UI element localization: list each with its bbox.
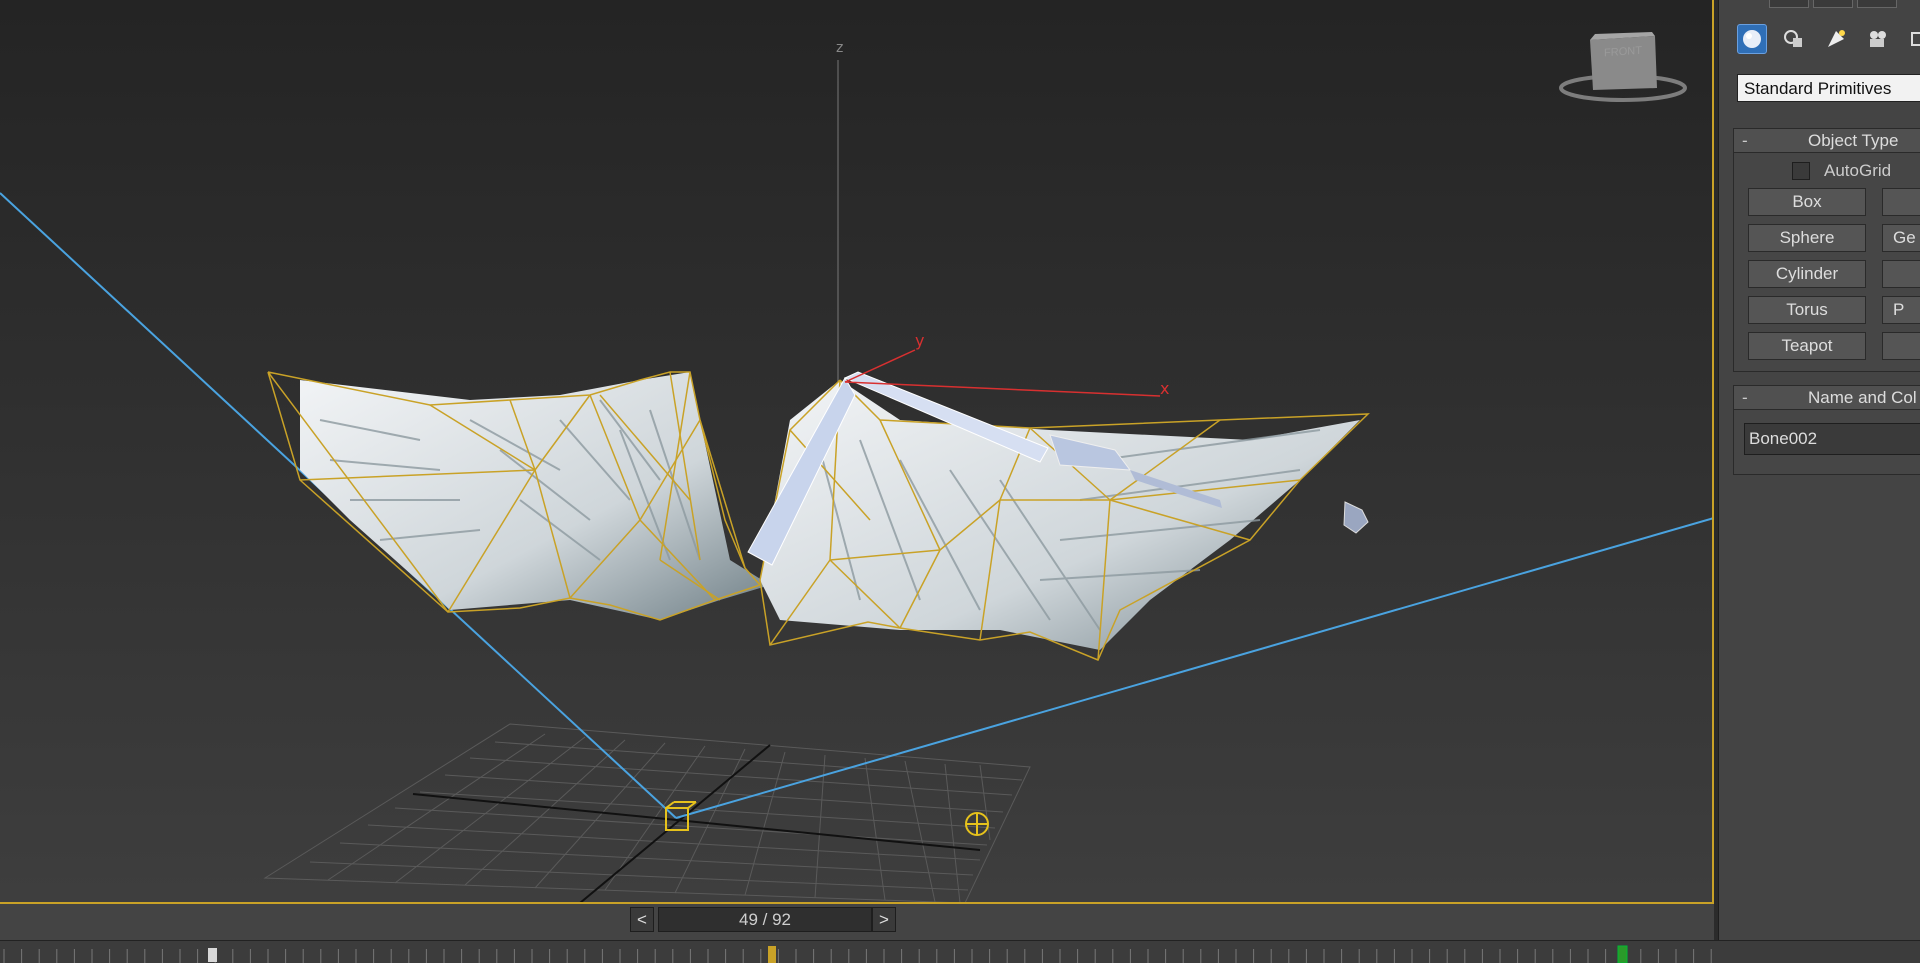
time-slider: < 49 / 92 > xyxy=(0,904,1714,940)
tab-hierarchy[interactable] xyxy=(1857,0,1897,8)
collapse-minus-icon: - xyxy=(1742,131,1748,150)
plane-button[interactable] xyxy=(1882,332,1920,360)
tab-modify[interactable] xyxy=(1813,0,1853,8)
helpers-icon[interactable] xyxy=(1905,24,1920,54)
cameras-icon[interactable] xyxy=(1863,24,1893,54)
cylinder-button[interactable]: Cylinder xyxy=(1748,260,1866,288)
gizmo-x-label: x xyxy=(1160,379,1169,398)
autogrid-label: AutoGrid xyxy=(1824,161,1892,180)
object-type-rollout-header[interactable]: - Object Type xyxy=(1734,129,1920,153)
name-and-color-title: Name and Col xyxy=(1808,388,1917,407)
command-panel: Standard Primitives - Object Type AutoGr… xyxy=(1718,0,1920,940)
current-frame-marker xyxy=(768,946,776,963)
keyframe-marker-white[interactable] xyxy=(208,948,217,962)
pyramid-button[interactable]: P xyxy=(1882,296,1920,324)
tab-create[interactable] xyxy=(1769,0,1809,8)
sphere-button[interactable]: Sphere xyxy=(1748,224,1866,252)
keyframe-marker-green[interactable] xyxy=(1617,945,1628,963)
previous-frame-button[interactable]: < xyxy=(630,907,654,932)
category-icon-row xyxy=(1737,24,1920,54)
tube-button[interactable] xyxy=(1882,260,1920,288)
world-z-axis-label: z xyxy=(836,40,843,56)
autogrid-toggle[interactable]: AutoGrid xyxy=(1792,161,1891,181)
object-type-rollout: - Object Type AutoGrid Box Sphere Cylind… xyxy=(1733,128,1920,372)
trackbar-ruler[interactable] xyxy=(0,941,1716,963)
name-and-color-rollout-header[interactable]: - Name and Col xyxy=(1734,386,1920,410)
next-frame-button[interactable]: > xyxy=(872,907,896,932)
cone-button[interactable] xyxy=(1882,188,1920,216)
frame-counter: 49 / 92 xyxy=(739,910,791,929)
shapes-icon[interactable] xyxy=(1779,24,1809,54)
grid-center-axes xyxy=(412,744,981,902)
lights-icon[interactable] xyxy=(1821,24,1851,54)
object-name-field[interactable] xyxy=(1744,423,1920,455)
collapse-minus-icon: - xyxy=(1742,388,1748,407)
command-panel-tabs xyxy=(1769,0,1897,8)
torus-button[interactable]: Torus xyxy=(1748,296,1866,324)
geosphere-button[interactable]: Ge xyxy=(1882,224,1920,252)
time-slider-thumb[interactable]: 49 / 92 xyxy=(658,907,872,932)
home-grid xyxy=(263,723,1031,902)
primitive-type-dropdown[interactable]: Standard Primitives xyxy=(1737,74,1920,102)
viewcube[interactable]: FRONT xyxy=(1555,28,1690,108)
teapot-button[interactable]: Teapot xyxy=(1748,332,1866,360)
name-and-color-rollout: - Name and Col xyxy=(1733,385,1920,475)
perspective-viewport[interactable]: z x y FRONT xyxy=(0,0,1714,904)
scene-canvas[interactable]: z x y xyxy=(0,0,1714,904)
right-wing-mesh[interactable] xyxy=(759,379,1370,661)
gizmo-y-label: y xyxy=(915,331,924,350)
point-helper[interactable] xyxy=(965,812,989,836)
object-type-title: Object Type xyxy=(1808,131,1899,150)
left-wing-mesh[interactable] xyxy=(267,371,770,621)
box-button[interactable]: Box xyxy=(1748,188,1866,216)
autogrid-checkbox[interactable] xyxy=(1792,162,1810,180)
trackbar[interactable] xyxy=(0,940,1920,963)
geometry-sphere-icon[interactable] xyxy=(1737,24,1767,54)
